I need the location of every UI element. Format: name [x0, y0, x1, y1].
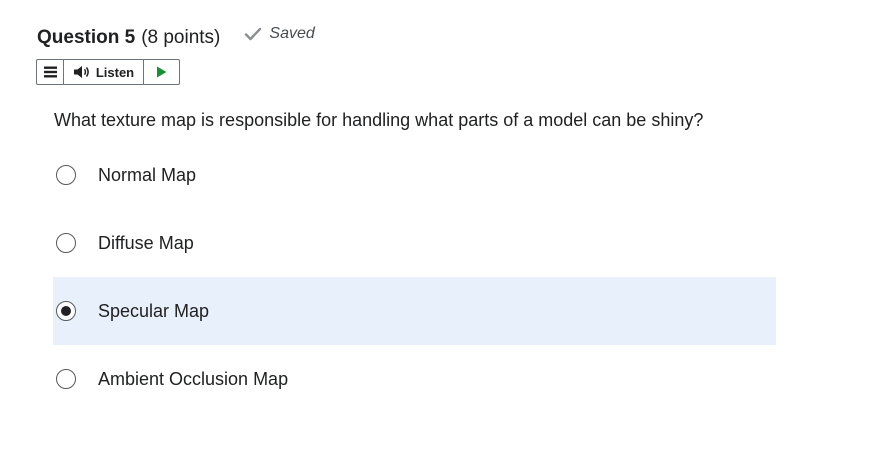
menu-button[interactable]	[37, 60, 64, 84]
saved-status: Saved	[244, 25, 315, 43]
question-header: Question 5 (8 points) Saved	[37, 25, 315, 52]
option-label: Diffuse Map	[98, 232, 194, 253]
question-title: Question 5	[37, 27, 136, 48]
hamburger-menu-icon	[43, 66, 57, 78]
radio-button[interactable]	[56, 165, 76, 185]
option-normal-map[interactable]: Normal Map	[53, 141, 776, 209]
option-specular-map[interactable]: Specular Map	[53, 277, 776, 345]
radio-button[interactable]	[56, 233, 76, 253]
option-diffuse-map[interactable]: Diffuse Map	[53, 209, 776, 277]
radio-button-selected[interactable]	[56, 301, 76, 321]
option-ambient-occlusion-map[interactable]: Ambient Occlusion Map	[53, 345, 776, 413]
checkmark-icon	[245, 27, 262, 41]
speaker-icon	[73, 66, 89, 78]
radio-dot	[61, 306, 71, 316]
option-label: Normal Map	[98, 164, 197, 185]
listen-label: Listen	[95, 64, 135, 80]
saved-label: Saved	[269, 25, 315, 42]
readspeaker-toolbar: Listen	[36, 59, 180, 85]
option-label: Ambient Occlusion Map	[98, 368, 289, 389]
answer-options: Normal Map Diffuse Map Specular Map Ambi…	[53, 141, 776, 413]
question-points: (8 points)	[141, 27, 221, 48]
radio-button[interactable]	[56, 369, 76, 389]
listen-button[interactable]: Listen	[64, 60, 144, 84]
option-label: Specular Map	[98, 300, 210, 321]
play-icon	[157, 66, 167, 78]
play-button[interactable]	[144, 60, 179, 84]
question-text: What texture map is responsible for hand…	[54, 110, 704, 130]
